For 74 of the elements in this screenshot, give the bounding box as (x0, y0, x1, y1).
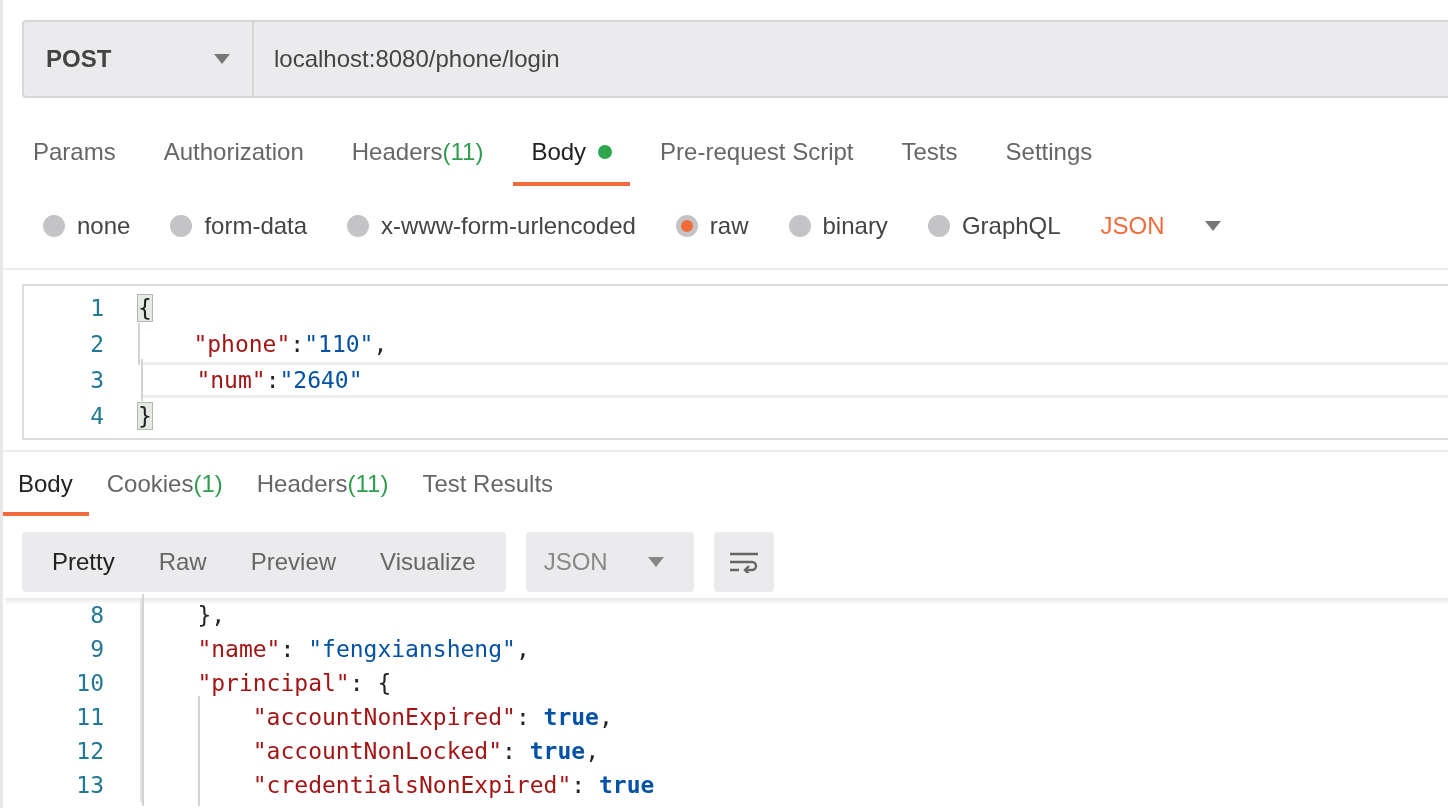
radio-button[interactable] (170, 215, 193, 237)
request-tab[interactable]: Pre-request Script (642, 126, 872, 186)
radio-button[interactable] (347, 215, 370, 237)
line-number: 4 (89, 403, 105, 429)
json-key: "principal" (142, 670, 350, 696)
view-mode-button[interactable]: Preview (228, 532, 359, 592)
view-mode-button[interactable]: Pretty (30, 532, 137, 592)
caret-icon (647, 557, 664, 567)
response-tab[interactable]: Headers(11) (240, 464, 405, 516)
json-punctuation: : (280, 636, 296, 662)
view-mode-button[interactable]: Raw (136, 532, 229, 592)
response-tab[interactable]: Test Results (406, 464, 570, 516)
json-string: "2640" (279, 367, 363, 393)
wrap-icon (728, 551, 759, 573)
line-number: 1 (89, 295, 105, 321)
matched-bracket: } (138, 403, 152, 429)
json-punctuation: : (502, 738, 517, 764)
request-tab[interactable]: Body (513, 126, 631, 186)
json-key: "accountNonExpired" (142, 704, 516, 730)
radio-label[interactable]: form-data (204, 212, 308, 240)
json-boolean: true (543, 704, 599, 730)
line-number: 2 (89, 331, 105, 357)
tab-count: (1) (193, 470, 223, 498)
line-number: 3 (89, 367, 105, 393)
radio-button[interactable] (675, 215, 698, 237)
json-key: "accountNonLocked" (142, 738, 503, 764)
response-tab[interactable]: Cookies(1) (90, 464, 239, 516)
tab-count: (11) (442, 138, 484, 166)
json-punctuation: : (265, 367, 280, 393)
line-number: 10 (24, 666, 142, 700)
json-punctuation: , (598, 704, 613, 730)
request-tab[interactable]: Authorization (145, 126, 322, 186)
wrap-lines-button[interactable] (713, 532, 774, 592)
line-number: 9 (24, 632, 142, 666)
response-tab[interactable]: Body (3, 464, 89, 516)
line-number: 13 (24, 768, 142, 802)
json-punctuation: , (515, 636, 530, 662)
json-string: "110" (304, 331, 374, 357)
json-punctuation: : { (349, 670, 392, 696)
radio-label[interactable]: x-www-form-urlencoded (381, 212, 636, 240)
json-punctuation: : (290, 331, 305, 357)
matched-bracket: { (138, 295, 152, 321)
radio-button[interactable] (43, 215, 65, 237)
radio-label[interactable]: none (77, 212, 131, 240)
json-key: "credentialsNonExpired" (142, 772, 572, 798)
request-tab[interactable]: Params (15, 126, 134, 186)
line-number: 11 (24, 700, 142, 734)
radio-label[interactable]: GraphQL (961, 212, 1061, 240)
radio-button[interactable] (788, 215, 811, 237)
json-string: "fengxiansheng" (308, 636, 516, 662)
format-dropdown[interactable]: JSON (525, 532, 694, 592)
caret-icon (1204, 221, 1221, 231)
json-punctuation: : (515, 704, 531, 730)
radio-label[interactable]: raw (709, 212, 749, 240)
radio-label[interactable]: binary (822, 212, 888, 240)
json-boolean: true (598, 772, 655, 798)
view-mode-button[interactable]: Visualize (358, 532, 498, 592)
line-number: 8 (24, 598, 142, 632)
json-key: "num" (141, 367, 266, 393)
code-editor[interactable]: 1 { 2 "phone":"110", 3 "num":"2640" 4 } (22, 284, 1448, 440)
radio-button[interactable] (927, 215, 950, 237)
json-punctuation: }, (196, 602, 226, 628)
line-number: 12 (24, 734, 142, 768)
request-tab[interactable]: Settings (987, 126, 1111, 186)
json-boolean: true (529, 738, 586, 764)
request-tab[interactable]: Headers(11) (333, 126, 502, 186)
json-punctuation: , (373, 331, 388, 357)
tab-count: (11) (347, 470, 389, 498)
json-punctuation: : (571, 772, 587, 798)
format-dropdown[interactable]: JSON (1100, 212, 1221, 240)
json-key: "name" (142, 636, 281, 662)
request-tab[interactable]: Tests (883, 126, 976, 186)
json-key: "phone" (138, 331, 291, 357)
json-punctuation: , (585, 738, 599, 764)
